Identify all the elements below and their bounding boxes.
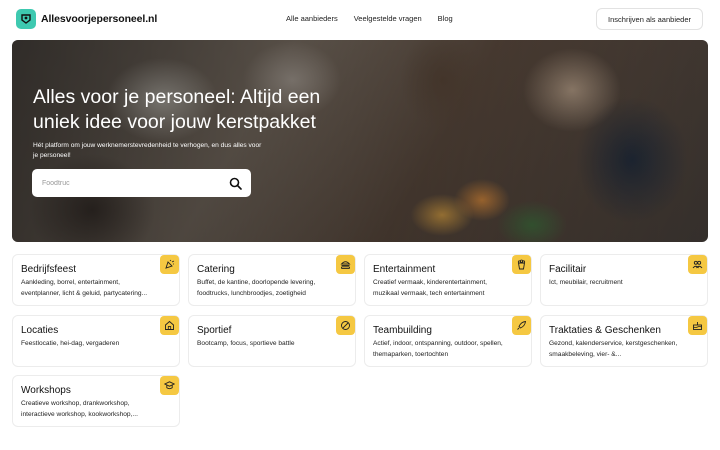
category-card-locaties[interactable]: Locaties Feestlocatie, hei-dag, vergader… <box>12 315 180 367</box>
graduation-cap-icon <box>160 376 179 395</box>
category-desc: Actief, indoor, ontspanning, outdoor, sp… <box>373 340 503 358</box>
ball-icon <box>336 316 355 335</box>
category-title: Traktaties & Geschenken <box>549 325 661 336</box>
people-icon <box>688 255 707 274</box>
category-card-traktaties-geschenken[interactable]: Traktaties & Geschenken Gezond, kalender… <box>540 315 708 367</box>
building-icon <box>160 316 179 335</box>
main-nav: Alle aanbieders Veelgestelde vragen Blog <box>286 14 453 23</box>
category-desc: Creatief vermaak, kinderentertainment, m… <box>373 279 487 297</box>
hero-subtitle: Hét platform om jouw werknemerstevredenh… <box>33 142 262 159</box>
cake-icon <box>688 316 707 335</box>
category-desc: Feestlocatie, hei-dag, vergaderen <box>21 340 120 347</box>
nav-blog[interactable]: Blog <box>438 14 453 23</box>
category-card-catering[interactable]: Catering Buffet, de kantine, doorlopende… <box>188 254 356 306</box>
search-box <box>32 169 251 197</box>
burger-icon <box>336 255 355 274</box>
search-icon[interactable] <box>227 175 243 191</box>
category-desc: Creatieve workshop, drankworkshop, inter… <box>21 400 138 418</box>
category-desc: Aankleding, borrel, entertainment, event… <box>21 279 148 297</box>
logo-text: Allesvoorjepersoneel.nl <box>41 13 158 25</box>
category-title: Entertainment <box>373 264 436 275</box>
rocket-icon <box>512 316 531 335</box>
category-title: Teambuilding <box>373 325 432 336</box>
signup-button[interactable]: Inschrijven als aanbieder <box>596 8 703 30</box>
hero-banner: Alles voor je personeel: Altijd een unie… <box>12 40 708 242</box>
nav-veelgestelde-vragen[interactable]: Veelgestelde vragen <box>354 14 422 23</box>
logo[interactable]: Allesvoorjepersoneel.nl <box>16 9 157 29</box>
category-card-entertainment[interactable]: Entertainment Creatief vermaak, kinderen… <box>364 254 532 306</box>
popcorn-icon <box>512 255 531 274</box>
logo-icon <box>16 9 36 29</box>
hero-title: Alles voor je personeel: Altijd een unie… <box>33 86 321 133</box>
category-desc: Ict, meubilair, recruitment <box>549 279 623 286</box>
category-card-facilitair[interactable]: Facilitair Ict, meubilair, recruitment <box>540 254 708 306</box>
search-input[interactable] <box>42 176 212 190</box>
category-title: Facilitair <box>549 264 587 275</box>
category-desc: Bootcamp, focus, sportieve battle <box>197 340 295 347</box>
category-card-sportief[interactable]: Sportief Bootcamp, focus, sportieve batt… <box>188 315 356 367</box>
category-desc: Gezond, kalenderservice, kerstgeschenken… <box>549 340 678 358</box>
category-title: Catering <box>197 264 235 275</box>
nav-alle-aanbieders[interactable]: Alle aanbieders <box>286 14 338 23</box>
category-title: Bedrijfsfeest <box>21 264 77 275</box>
category-desc: Buffet, de kantine, doorlopende levering… <box>197 279 316 297</box>
category-title: Sportief <box>197 325 232 336</box>
party-popper-icon <box>160 255 179 274</box>
category-card-workshops[interactable]: Workshops Creatieve workshop, drankworks… <box>12 375 180 427</box>
category-title: Locaties <box>21 325 59 336</box>
category-title: Workshops <box>21 385 71 396</box>
category-card-teambuilding[interactable]: Teambuilding Actief, indoor, ontspanning… <box>364 315 532 367</box>
site-header: Allesvoorjepersoneel.nl Alle aanbieders … <box>0 0 720 38</box>
category-card-bedrijfsfeest[interactable]: Bedrijfsfeest Aankleding, borrel, entert… <box>12 254 180 306</box>
